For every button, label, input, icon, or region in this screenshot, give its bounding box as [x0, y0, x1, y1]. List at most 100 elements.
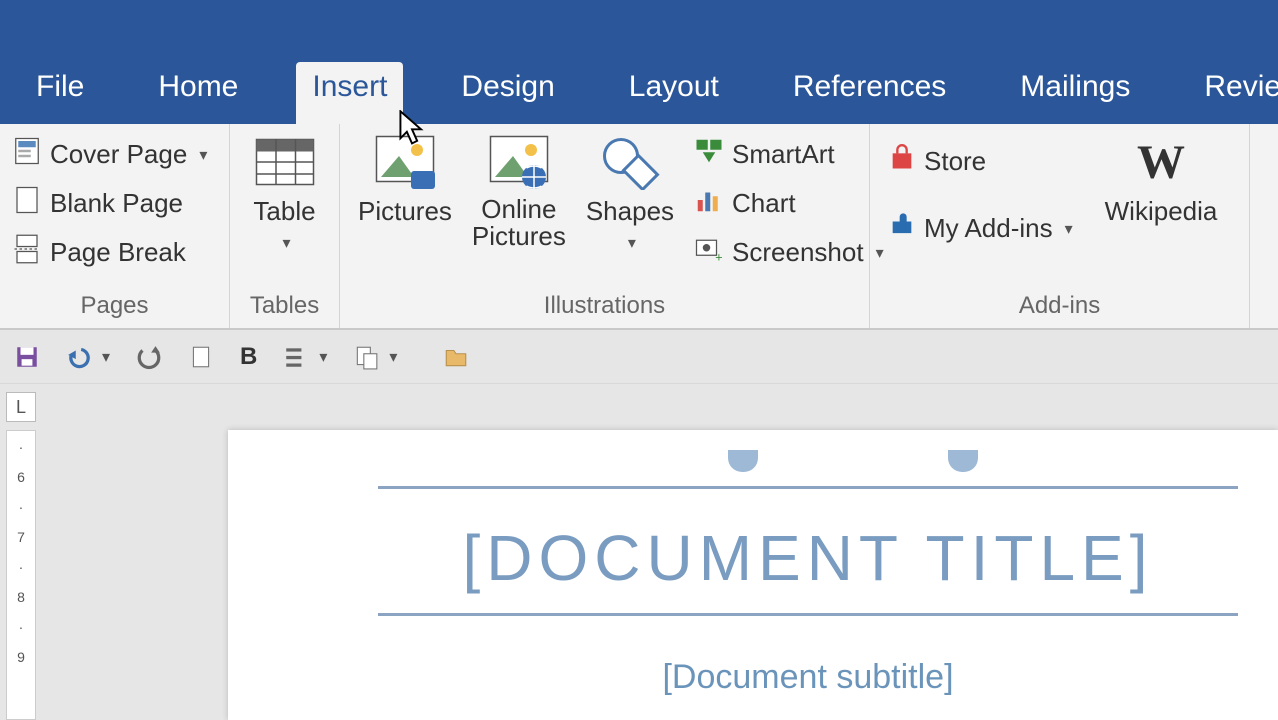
- table-icon: [255, 134, 315, 190]
- shapes-button[interactable]: Shapes ▾: [576, 130, 684, 257]
- table-label: Table: [253, 196, 315, 227]
- chevron-down-icon: ▾: [199, 145, 207, 165]
- smartart-button[interactable]: SmartArt: [690, 130, 888, 179]
- redo-button[interactable]: [136, 344, 162, 370]
- group-addins: Store My Add-ins ▾ W Wikipedia Add-ins: [870, 124, 1250, 328]
- group-illustrations-label: Illustrations: [348, 288, 861, 326]
- ruler-mark: ·: [19, 619, 24, 635]
- chevron-down-icon: ▾: [282, 233, 290, 253]
- new-doc-button[interactable]: [188, 344, 214, 370]
- my-addins-label: My Add-ins: [924, 213, 1053, 244]
- pictures-icon: [375, 134, 435, 190]
- tab-layout[interactable]: Layout: [613, 62, 735, 124]
- chevron-down-icon: ▾: [628, 233, 636, 253]
- ruler-mark: ·: [19, 439, 24, 455]
- quick-access-toolbar: ▾ B ▾ ▾: [0, 330, 1278, 384]
- chevron-down-icon: ▾: [319, 347, 327, 367]
- document-subtitle-placeholder[interactable]: [Document subtitle]: [378, 636, 1238, 697]
- chevron-down-icon: ▾: [102, 347, 110, 367]
- tab-mailings[interactable]: Mailings: [1004, 62, 1146, 124]
- store-label: Store: [924, 146, 986, 177]
- tab-review[interactable]: Review: [1188, 62, 1278, 124]
- tab-file[interactable]: File: [20, 62, 100, 124]
- wikipedia-icon: W: [1131, 134, 1191, 190]
- chart-icon: [694, 185, 724, 222]
- folder-icon: [443, 344, 469, 370]
- online-pictures-button[interactable]: Online Pictures: [462, 130, 576, 255]
- open-button[interactable]: [443, 344, 469, 370]
- titlebar: [0, 0, 1278, 14]
- page-break-icon: [12, 234, 42, 271]
- cover-page-label: Cover Page: [50, 139, 187, 170]
- chart-button[interactable]: Chart: [690, 179, 888, 228]
- smartart-icon: [694, 136, 724, 173]
- paste-button[interactable]: ▾: [353, 344, 397, 370]
- spacing-icon: [283, 344, 309, 370]
- cover-page-button[interactable]: Cover Page ▾: [8, 130, 221, 179]
- blank-page-icon: [12, 185, 42, 222]
- blank-page-label: Blank Page: [50, 188, 183, 219]
- group-tables-label: Tables: [238, 288, 331, 326]
- ruler-mark: 7: [17, 529, 25, 545]
- bold-button[interactable]: B: [240, 343, 257, 371]
- tab-insert[interactable]: Insert: [296, 62, 403, 124]
- online-pictures-label-2: Pictures: [472, 223, 566, 250]
- pictures-button[interactable]: Pictures: [348, 130, 462, 231]
- tab-stop-icon: [948, 450, 978, 472]
- smartart-label: SmartArt: [732, 139, 835, 170]
- chevron-down-icon: ▾: [389, 347, 397, 367]
- my-addins-button[interactable]: My Add-ins ▾: [884, 205, 1077, 252]
- pictures-label: Pictures: [358, 196, 452, 227]
- store-icon: [888, 144, 916, 179]
- table-button[interactable]: Table ▾: [243, 130, 325, 257]
- workspace: L · 6 · 7 · 8 · 9 [DOCUMENT TITLE] [Docu…: [0, 384, 1278, 720]
- wikipedia-button[interactable]: W Wikipedia: [1095, 130, 1228, 231]
- divider: [378, 486, 1238, 489]
- group-pages: Cover Page ▾ Blank Page Page Break Page: [0, 124, 230, 328]
- group-illustrations: Pictures Online Pictures Shapes ▾: [340, 124, 870, 328]
- group-pages-label: Pages: [8, 288, 221, 326]
- tab-stop-icon: [728, 450, 758, 472]
- paste-icon: [353, 344, 379, 370]
- save-icon: [14, 344, 40, 370]
- ruler-mark: 8: [17, 589, 25, 605]
- divider: [378, 613, 1238, 616]
- vertical-ruler[interactable]: · 6 · 7 · 8 · 9: [6, 430, 36, 720]
- ruler-mark: 9: [17, 649, 25, 665]
- undo-icon: [66, 344, 92, 370]
- tab-design[interactable]: Design: [445, 62, 570, 124]
- online-pictures-icon: [489, 134, 549, 190]
- save-button[interactable]: [14, 344, 40, 370]
- tab-home[interactable]: Home: [142, 62, 254, 124]
- screenshot-button[interactable]: + Screenshot ▾: [690, 228, 888, 277]
- spacing-button[interactable]: ▾: [283, 344, 327, 370]
- tab-stop-markers: [378, 450, 1238, 480]
- document-page[interactable]: [DOCUMENT TITLE] [Document subtitle]: [228, 430, 1278, 720]
- svg-text:+: +: [715, 251, 722, 265]
- chart-label: Chart: [732, 188, 796, 219]
- group-addins-label: Add-ins: [878, 288, 1241, 326]
- screenshot-icon: +: [694, 234, 724, 271]
- store-button[interactable]: Store: [884, 138, 1077, 185]
- chevron-down-icon: ▾: [1065, 219, 1073, 239]
- shapes-label: Shapes: [586, 196, 674, 227]
- page-break-button[interactable]: Page Break: [8, 228, 221, 277]
- shapes-icon: [600, 134, 660, 190]
- new-doc-icon: [188, 344, 214, 370]
- blank-page-button[interactable]: Blank Page: [8, 179, 221, 228]
- ribbon: Cover Page ▾ Blank Page Page Break Page: [0, 124, 1278, 330]
- page-break-label: Page Break: [50, 237, 186, 268]
- tab-references[interactable]: References: [777, 62, 962, 124]
- ruler-tab-selector[interactable]: L: [6, 392, 36, 422]
- group-tables: Table ▾ Tables: [230, 124, 340, 328]
- addins-icon: [888, 211, 916, 246]
- undo-button[interactable]: ▾: [66, 344, 110, 370]
- screenshot-label: Screenshot: [732, 237, 864, 268]
- ruler-mark: ·: [19, 559, 24, 575]
- online-pictures-label-1: Online: [472, 196, 566, 223]
- wikipedia-label: Wikipedia: [1105, 196, 1218, 227]
- redo-icon: [136, 344, 162, 370]
- ruler-mark: 6: [17, 469, 25, 485]
- ribbon-tabstrip: File Home Insert Design Layout Reference…: [0, 14, 1278, 124]
- document-title-placeholder[interactable]: [DOCUMENT TITLE]: [378, 509, 1238, 607]
